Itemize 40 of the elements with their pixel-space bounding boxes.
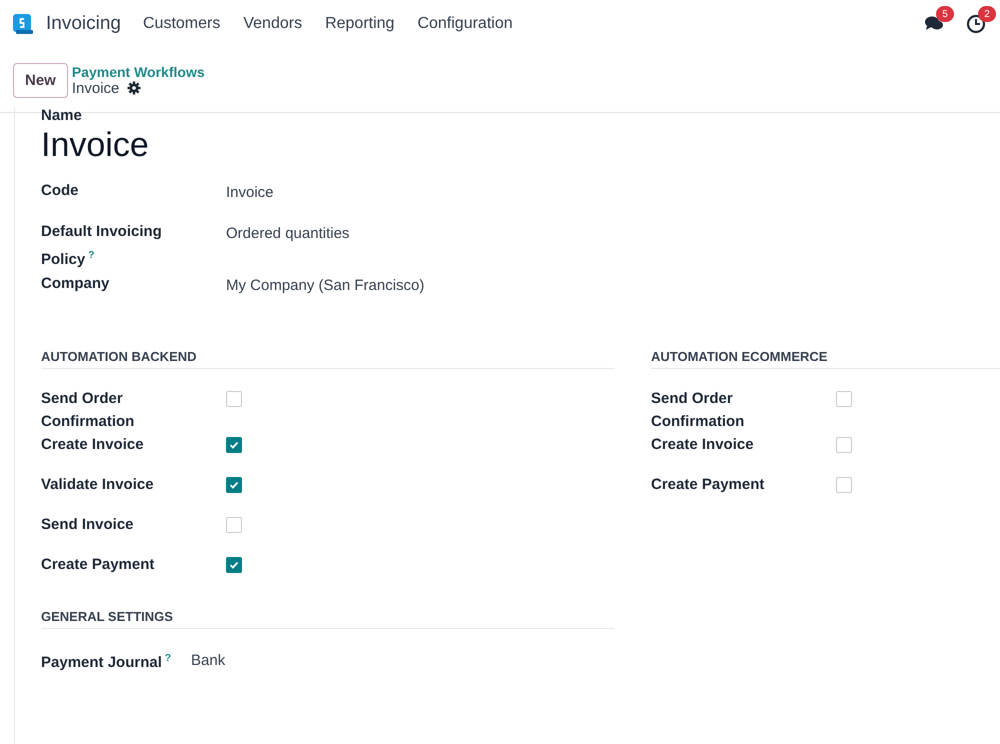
field-label: Name xyxy=(41,107,83,124)
field-label: Send Order Confirmation xyxy=(651,389,746,432)
clock-icon[interactable] xyxy=(966,14,986,34)
field-value[interactable]: Ordered quantities xyxy=(226,220,615,246)
menu-item[interactable]: Reporting xyxy=(325,15,394,33)
field-label: Create Payment xyxy=(41,555,156,575)
record-title[interactable]: Invoice xyxy=(41,126,1000,165)
check-icon xyxy=(229,560,239,570)
record-name: Invoice xyxy=(72,80,120,96)
field-value[interactable]: Invoice xyxy=(226,179,615,205)
app-logo-icon[interactable] xyxy=(12,13,34,35)
count-badge: 5 xyxy=(936,6,954,22)
field-label: Create Invoice xyxy=(41,435,145,455)
field-label: Send Order Confirmation xyxy=(41,389,136,432)
gear-icon[interactable] xyxy=(127,81,142,95)
field-value[interactable]: My Company (San Francisco) xyxy=(226,272,615,298)
section-title: GENERAL SETTINGS xyxy=(41,609,615,629)
section-title: AUTOMATION ECOMMERCE xyxy=(651,349,1000,369)
checkbox[interactable] xyxy=(226,437,242,453)
field-label: Code xyxy=(41,181,80,201)
field-label: Create Invoice xyxy=(651,435,755,455)
count-badge: 2 xyxy=(978,6,996,22)
field-label: Payment Journal $^{?}$ xyxy=(41,652,172,673)
field-label: Company xyxy=(41,274,110,294)
field-label: Default Invoicing Policy $^{?}$ xyxy=(41,222,163,270)
menu-item[interactable]: Configuration xyxy=(417,15,513,33)
menu-item[interactable]: Vendors xyxy=(243,15,302,33)
check-icon xyxy=(229,440,239,450)
new-button[interactable]: New xyxy=(13,62,68,98)
field-label: Validate Invoice xyxy=(41,475,155,495)
section-title: AUTOMATION BACKEND xyxy=(41,349,615,369)
app-name[interactable]: Invoicing xyxy=(46,13,121,35)
checkbox[interactable] xyxy=(226,557,242,573)
field-label: Send Invoice xyxy=(41,515,135,535)
field-value[interactable]: Bank xyxy=(191,647,615,673)
checkbox[interactable] xyxy=(226,477,242,493)
check-icon xyxy=(229,480,239,490)
menu-item[interactable]: Customers xyxy=(143,15,220,33)
field-label: Create Payment xyxy=(651,475,766,495)
breadcrumb-link[interactable]: Payment Workflows xyxy=(72,64,205,80)
